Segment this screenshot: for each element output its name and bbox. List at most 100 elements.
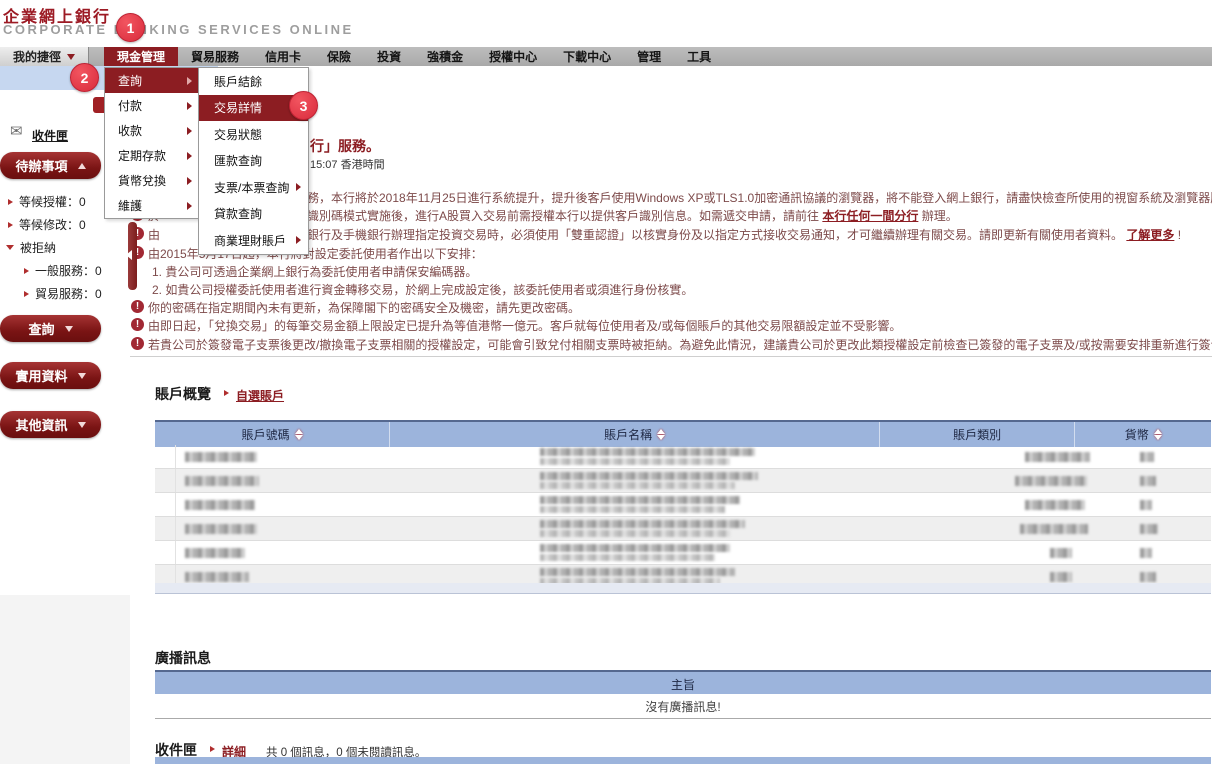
sort-icon[interactable] bbox=[1154, 429, 1162, 440]
item-label: 等候授權：0 bbox=[19, 193, 86, 210]
submenu-item-business-integrated-account[interactable]: 商業理財賬戶 bbox=[199, 227, 308, 254]
submenu-arrow-icon bbox=[296, 236, 301, 244]
notice-2fa-prefix: 由 bbox=[148, 226, 160, 243]
menu-label: 貸款查詢 bbox=[214, 205, 262, 222]
column-account-name: 賬戶名稱 bbox=[389, 422, 879, 447]
sort-icon[interactable] bbox=[657, 429, 665, 440]
chevron-down-icon bbox=[78, 422, 86, 428]
submenu-item-cheque-cashier-order-enquiry[interactable]: 支票/本票查詢 bbox=[199, 174, 308, 201]
column-label: 賬戶名稱 bbox=[604, 426, 652, 443]
column-account-number: 賬戶號碼 bbox=[155, 422, 389, 447]
redacted-account-name bbox=[540, 554, 715, 561]
notice-a-share: 識別碼模式實施後，進行A股買入交易前需授權本行以提供客戶識別信息。如需遞交申請，… bbox=[307, 207, 958, 224]
tab-credit-card[interactable]: 信用卡 bbox=[252, 47, 314, 66]
chevron-down-icon bbox=[67, 54, 75, 60]
learn-more-link[interactable]: 了解更多 bbox=[1126, 228, 1174, 242]
column-subject: 主旨 bbox=[155, 672, 1211, 696]
redacted-account-name bbox=[540, 482, 735, 489]
arrow-right-icon bbox=[210, 746, 215, 752]
redacted-account-number bbox=[185, 500, 255, 510]
redacted-account-type bbox=[1050, 572, 1072, 582]
chevron-down-icon bbox=[65, 326, 73, 332]
tab-investment[interactable]: 投資 bbox=[364, 47, 414, 66]
redacted-account-number bbox=[185, 476, 259, 486]
broadcast-title: 廣播訊息 bbox=[155, 648, 211, 668]
notice-system-upgrade: 務，本行將於2018年11月25日進行系統提升，提升後客戶使用Windows X… bbox=[307, 189, 1212, 206]
button-label: 查詢 bbox=[28, 319, 54, 338]
tab-management[interactable]: 管理 bbox=[624, 47, 674, 66]
table-row[interactable] bbox=[155, 445, 1211, 469]
page-container: { "brand": { "title": "企業網上銀行", "subtitl… bbox=[0, 0, 1212, 764]
notice-text: ! bbox=[1178, 228, 1181, 242]
menu-label: 交易詳情 bbox=[214, 99, 262, 116]
tab-authorisation-centre[interactable]: 授權中心 bbox=[476, 47, 550, 66]
other-info-button[interactable]: 其他資訊 bbox=[0, 411, 101, 438]
redacted-currency bbox=[1140, 572, 1156, 582]
notice-echeque: 若貴公司於簽發電子支票後更改/撤換電子支票相關的授權設定，可能會引致兌付相關支票… bbox=[148, 336, 1212, 353]
useful-info-button[interactable]: 實用資料 bbox=[0, 362, 101, 389]
menu-item-collection[interactable]: 收款 bbox=[105, 118, 199, 143]
notice-2fa: 銀行及手機銀行辦理指定投資交易時，必須使用「雙重認證」以核實身份及以指定方式接收… bbox=[307, 226, 1181, 243]
item-pending-modify[interactable]: 等候修改：0 bbox=[8, 216, 86, 233]
item-label: 被拒納 bbox=[20, 239, 56, 256]
tab-download-centre[interactable]: 下載中心 bbox=[550, 47, 624, 66]
menu-label: 支票/本票查詢 bbox=[214, 179, 289, 196]
redacted-account-type bbox=[1025, 452, 1090, 462]
notice-password: 你的密碼在指定期間內未有更新，為保障閣下的密碼安全及機密，請先更改密碼。 bbox=[148, 299, 580, 316]
table-row[interactable] bbox=[155, 541, 1211, 565]
redacted-account-type bbox=[1025, 500, 1085, 510]
redacted-account-type bbox=[1050, 548, 1072, 558]
item-trade-services[interactable]: 貿易服務：0 bbox=[24, 285, 102, 302]
submenu-arrow-icon bbox=[187, 152, 192, 160]
redacted-currency bbox=[1140, 452, 1154, 462]
redacted-currency bbox=[1140, 524, 1158, 534]
table-row[interactable] bbox=[155, 493, 1211, 517]
submenu-item-account-balance[interactable]: 賬戶結餘 bbox=[199, 68, 308, 95]
table-row[interactable] bbox=[155, 517, 1211, 541]
alert-icon: ! bbox=[131, 300, 144, 313]
item-label: 一般服務：0 bbox=[35, 262, 102, 279]
tab-trade-services[interactable]: 貿易服務 bbox=[178, 47, 252, 66]
menu-item-payment[interactable]: 付款 bbox=[105, 93, 199, 118]
row-gutter bbox=[155, 469, 176, 492]
my-shortcuts-tab[interactable]: 我的捷徑 bbox=[0, 47, 89, 66]
redacted-currency bbox=[1140, 548, 1152, 558]
item-rejected[interactable]: 被拒納 bbox=[6, 239, 56, 256]
menu-item-enquiry[interactable]: 查詢 bbox=[105, 68, 199, 93]
enquiry-button[interactable]: 查詢 bbox=[0, 315, 101, 342]
button-label: 其他資訊 bbox=[15, 415, 67, 434]
menu-label: 交易狀態 bbox=[214, 126, 262, 143]
redacted-account-name bbox=[540, 472, 758, 480]
menu-item-currency-exchange[interactable]: 貨幣兌換 bbox=[105, 168, 199, 193]
arrow-right-icon bbox=[224, 390, 229, 396]
todo-header-button[interactable]: 待辦事項 bbox=[0, 152, 101, 179]
chevron-down-icon bbox=[78, 373, 86, 379]
submenu-item-remittance-enquiry[interactable]: 匯款查詢 bbox=[199, 148, 308, 175]
arrow-down-icon bbox=[6, 245, 14, 250]
table-row[interactable] bbox=[155, 469, 1211, 493]
menu-item-maintenance[interactable]: 維護 bbox=[105, 193, 199, 218]
tab-cash-management[interactable]: 現金管理 bbox=[104, 47, 178, 66]
sort-icon[interactable] bbox=[295, 429, 303, 440]
submenu-item-transaction-status[interactable]: 交易狀態 bbox=[199, 121, 308, 148]
sidebar-collapse-handle[interactable] bbox=[128, 222, 137, 290]
step-3-badge: 3 bbox=[289, 91, 318, 120]
redacted-account-number bbox=[185, 572, 249, 582]
notice-text: 辦理。 bbox=[922, 209, 958, 223]
my-accounts-link[interactable]: 自選賬戶 bbox=[236, 387, 284, 404]
submenu-item-loan-enquiry[interactable]: 貸款查詢 bbox=[199, 201, 308, 228]
item-general-services[interactable]: 一般服務：0 bbox=[24, 262, 102, 279]
tab-tools[interactable]: 工具 bbox=[674, 47, 724, 66]
tab-insurance[interactable]: 保險 bbox=[314, 47, 364, 66]
branch-link[interactable]: 本行任何一間分行 bbox=[822, 209, 918, 223]
menu-label: 匯款查詢 bbox=[214, 152, 262, 169]
welcome-message: 行」服務。 bbox=[310, 136, 380, 156]
item-pending-authorise[interactable]: 等候授權：0 bbox=[8, 193, 86, 210]
redacted-account-number bbox=[185, 548, 245, 558]
step-2-badge: 2 bbox=[70, 63, 99, 92]
tab-mpf[interactable]: 強積金 bbox=[414, 47, 476, 66]
sidebar-inbox-link[interactable]: 收件匣 bbox=[32, 127, 68, 144]
account-overview-title: 賬戶概覽 bbox=[155, 384, 211, 404]
column-account-type: 賬戶類別 bbox=[879, 422, 1074, 447]
menu-item-time-deposit[interactable]: 定期存款 bbox=[105, 143, 199, 168]
